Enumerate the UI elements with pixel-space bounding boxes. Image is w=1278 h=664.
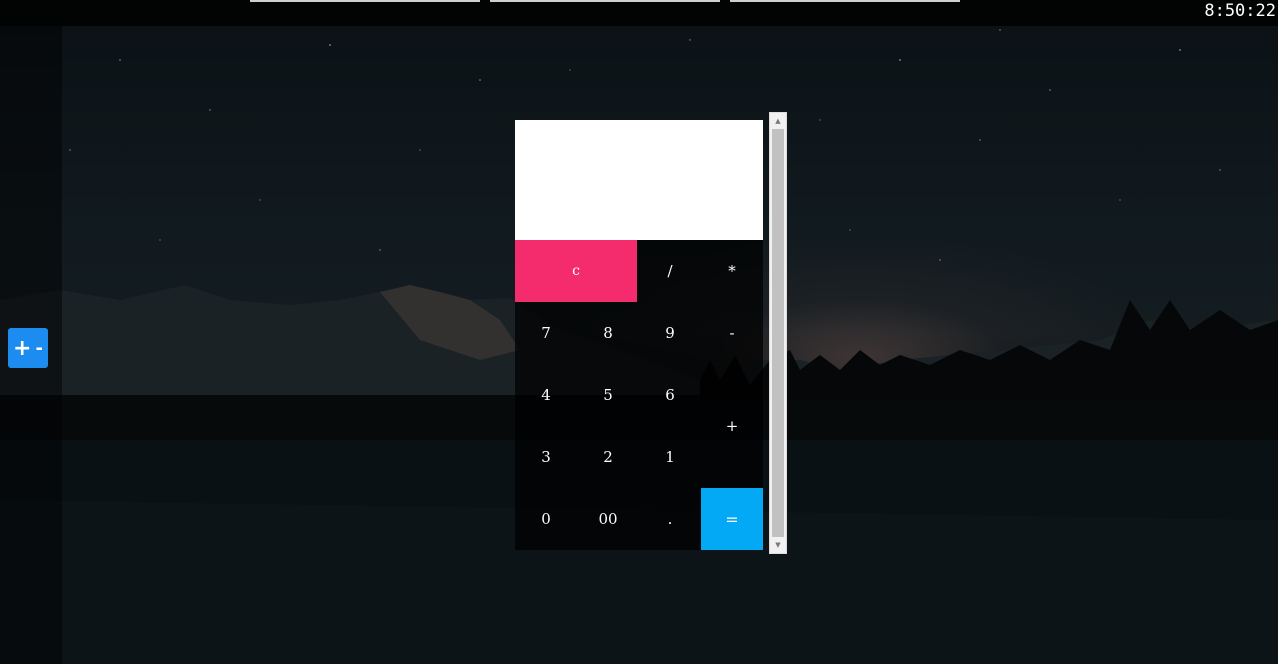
- digit-6-button[interactable]: 6: [639, 364, 701, 426]
- vertical-scrollbar[interactable]: ▲ ▼: [769, 112, 787, 554]
- equals-button[interactable]: =: [701, 488, 763, 550]
- digit-7-button[interactable]: 7: [515, 302, 577, 364]
- digit-1-button[interactable]: 1: [639, 426, 701, 488]
- subtract-button[interactable]: -: [701, 302, 763, 364]
- digit-3-button[interactable]: 3: [515, 426, 577, 488]
- top-tab-indicator[interactable]: [250, 0, 480, 2]
- decimal-button[interactable]: .: [639, 488, 701, 550]
- clock-time: 8:50:22: [1204, 1, 1276, 21]
- zoom-in-icon[interactable]: +: [13, 336, 31, 361]
- top-tab-indicator[interactable]: [490, 0, 720, 2]
- multiply-button[interactable]: *: [701, 240, 763, 302]
- calculator-display: [515, 120, 763, 240]
- scroll-up-icon[interactable]: ▲: [770, 114, 786, 128]
- scroll-down-icon[interactable]: ▼: [770, 538, 786, 552]
- zoom-out-icon[interactable]: -: [35, 338, 42, 359]
- scrollbar-thumb[interactable]: [772, 129, 784, 537]
- divide-button[interactable]: /: [639, 240, 701, 302]
- top-tab-indicator[interactable]: [730, 0, 960, 2]
- add-button[interactable]: +: [701, 364, 763, 488]
- zoom-control-button[interactable]: + -: [8, 328, 48, 368]
- double-zero-button[interactable]: 00: [577, 488, 639, 550]
- digit-2-button[interactable]: 2: [577, 426, 639, 488]
- digit-5-button[interactable]: 5: [577, 364, 639, 426]
- digit-4-button[interactable]: 4: [515, 364, 577, 426]
- digit-9-button[interactable]: 9: [639, 302, 701, 364]
- top-bar: 8:50:22: [0, 0, 1278, 26]
- calculator: c / * 7 8 9 - 4 5 6 + 3 2 1 0 00 . =: [515, 120, 763, 550]
- calculator-keypad: c / * 7 8 9 - 4 5 6 + 3 2 1 0 00 . =: [515, 240, 763, 550]
- clear-button[interactable]: c: [515, 240, 637, 302]
- digit-0-button[interactable]: 0: [515, 488, 577, 550]
- digit-8-button[interactable]: 8: [577, 302, 639, 364]
